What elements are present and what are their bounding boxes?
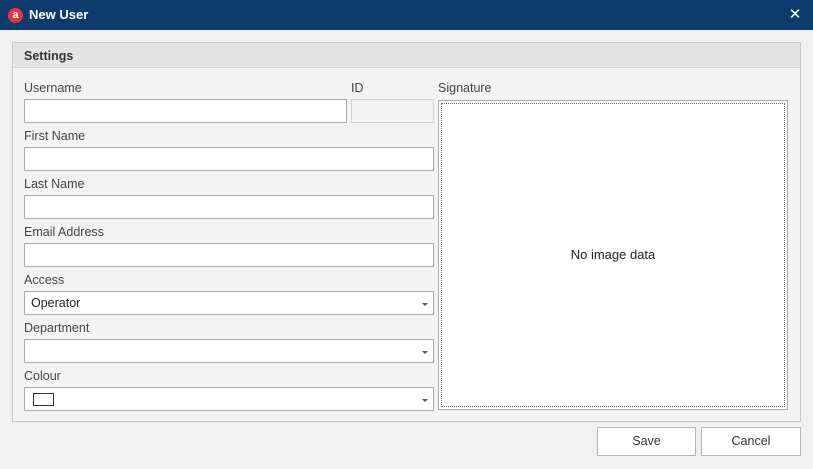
id-label: ID <box>351 81 364 95</box>
first-name-label: First Name <box>24 129 86 143</box>
save-button[interactable]: Save <box>597 427 696 456</box>
last-name-label: Last Name <box>24 177 85 191</box>
close-icon[interactable]: ✕ <box>787 6 803 24</box>
email-input[interactable] <box>24 243 434 267</box>
colour-label: Colour <box>24 369 61 383</box>
colour-swatch <box>33 393 54 406</box>
email-label: Email Address <box>24 225 104 239</box>
title-bar: a New User ✕ <box>0 0 813 30</box>
signature-image-box[interactable]: No image data <box>438 100 788 410</box>
username-label: Username <box>24 81 82 95</box>
settings-group-title: Settings <box>13 43 800 68</box>
colour-select[interactable] <box>24 387 434 411</box>
first-name-input[interactable] <box>24 147 434 171</box>
department-select[interactable] <box>24 339 434 363</box>
signature-empty-text: No image data <box>570 247 656 262</box>
cancel-button[interactable]: Cancel <box>701 427 801 456</box>
last-name-input[interactable] <box>24 195 434 219</box>
access-label: Access <box>24 273 65 287</box>
username-input[interactable] <box>24 99 347 123</box>
window-title: New User <box>29 7 89 22</box>
chevron-down-icon <box>422 399 428 402</box>
access-select[interactable]: Operator <box>24 291 434 315</box>
signature-label: Signature <box>438 81 492 95</box>
app-logo-icon: a <box>8 8 23 23</box>
department-label: Department <box>24 321 90 335</box>
id-input <box>351 99 434 123</box>
chevron-down-icon <box>422 303 428 306</box>
chevron-down-icon <box>422 351 428 354</box>
access-value: Operator <box>31 296 81 310</box>
